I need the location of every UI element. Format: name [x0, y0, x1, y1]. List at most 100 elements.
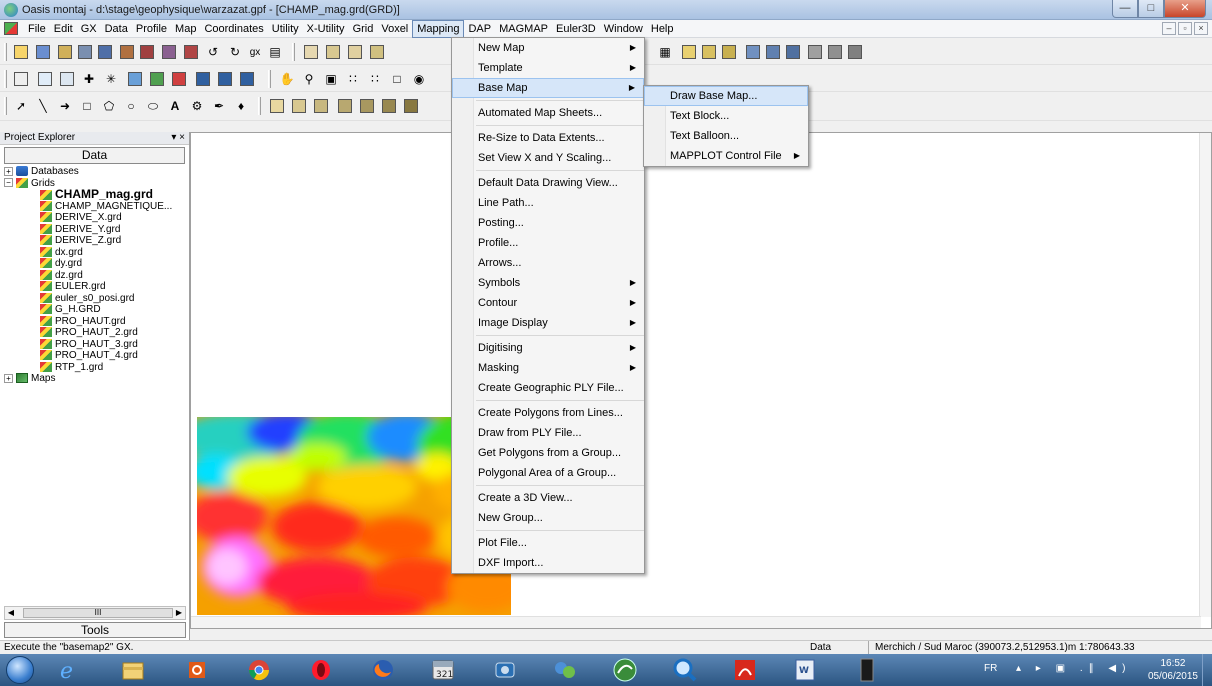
- menu-item-create-geographic-ply-file[interactable]: Create Geographic PLY File...: [452, 378, 644, 398]
- new-database-icon[interactable]: [96, 43, 114, 61]
- word-document-icon[interactable]: W: [780, 655, 830, 685]
- layer-1-icon[interactable]: [744, 43, 762, 61]
- layer-5-icon[interactable]: [826, 43, 844, 61]
- draw-tool-2-icon[interactable]: [290, 97, 308, 115]
- zoom-in-icon[interactable]: ∷: [344, 70, 362, 88]
- menu-item-draw-from-ply-file[interactable]: Draw from PLY File...: [452, 423, 644, 443]
- submenu-item-text-balloon[interactable]: Text Balloon...: [644, 126, 808, 146]
- star-icon[interactable]: ✳: [102, 70, 120, 88]
- start-button[interactable]: [6, 656, 34, 684]
- ellipse-icon[interactable]: ⬭: [144, 97, 162, 115]
- menu-item-re-size-to-data-extents[interactable]: Re-Size to Data Extents...: [452, 128, 644, 148]
- draw-tool-1-icon[interactable]: [268, 97, 286, 115]
- select-tool-icon[interactable]: [58, 70, 76, 88]
- histogram-icon[interactable]: [170, 70, 188, 88]
- expand-icon[interactable]: +: [4, 373, 13, 383]
- refresh-icon[interactable]: ◉: [410, 70, 428, 88]
- tab-data[interactable]: Data: [4, 147, 185, 164]
- project-icon[interactable]: [12, 70, 30, 88]
- map-tool-1-icon[interactable]: [302, 43, 320, 61]
- menu-item-default-data-drawing-view[interactable]: Default Data Drawing View...: [452, 173, 644, 193]
- menu-item-masking[interactable]: Masking ▶: [452, 358, 644, 378]
- acrobat-reader-icon[interactable]: [720, 655, 770, 685]
- grid-display-icon[interactable]: [126, 70, 144, 88]
- oasis-app-icon[interactable]: [4, 3, 18, 17]
- mdi-restore-button[interactable]: ▫: [1178, 22, 1192, 35]
- chrome-icon[interactable]: [234, 655, 284, 685]
- menu-map[interactable]: Map: [171, 20, 200, 38]
- map-view-icon[interactable]: [182, 43, 200, 61]
- submenu-item-mapplot-control-file[interactable]: MAPPLOT Control File ▶: [644, 146, 808, 166]
- print-map-icon[interactable]: [160, 43, 178, 61]
- menu-item-automated-map-sheets[interactable]: Automated Map Sheets...: [452, 103, 644, 123]
- rectangle-icon[interactable]: □: [78, 97, 96, 115]
- open-database-icon[interactable]: [56, 43, 74, 61]
- map-tool-4-icon[interactable]: [368, 43, 386, 61]
- pan-hand-icon[interactable]: ✋: [278, 70, 296, 88]
- menu-profile[interactable]: Profile: [132, 20, 171, 38]
- pointer-icon[interactable]: ➚: [12, 97, 30, 115]
- menu-file[interactable]: File: [24, 20, 50, 38]
- menu-item-posting[interactable]: Posting...: [452, 213, 644, 233]
- open-map-icon[interactable]: [118, 43, 136, 61]
- menu-item-digitising[interactable]: Digitising ▶: [452, 338, 644, 358]
- scroll-left-icon[interactable]: ◀: [5, 607, 17, 619]
- tab-tools[interactable]: Tools: [4, 622, 186, 638]
- app-window-icon[interactable]: [842, 655, 892, 685]
- menu-grid[interactable]: Grid: [349, 20, 378, 38]
- arrange-3-icon[interactable]: [720, 43, 738, 61]
- circle-icon[interactable]: ○: [122, 97, 140, 115]
- window-2-icon[interactable]: [216, 70, 234, 88]
- toolbar-grip[interactable]: [4, 43, 7, 61]
- menu-item-image-display[interactable]: Image Display ▶: [452, 313, 644, 333]
- tree-node-grid-file[interactable]: euler_s0_posi.grd: [4, 293, 189, 305]
- language-indicator[interactable]: FR: [984, 663, 997, 674]
- pen-icon[interactable]: ✒: [210, 97, 228, 115]
- zoom-box-icon[interactable]: ▣: [322, 70, 340, 88]
- map-tool-2-icon[interactable]: [324, 43, 342, 61]
- opera-icon[interactable]: [296, 655, 346, 685]
- zoom-extent-icon[interactable]: □: [388, 70, 406, 88]
- toolbar-grip[interactable]: [268, 70, 271, 88]
- menu-mapping[interactable]: Mapping: [412, 20, 465, 38]
- open-grid-icon[interactable]: [76, 43, 94, 61]
- tree-node-grid-file[interactable]: EULER.grd: [4, 281, 189, 293]
- draw-tool-6-icon[interactable]: [380, 97, 398, 115]
- menu-item-new-map[interactable]: New Map ▶: [452, 38, 644, 58]
- tray-icons[interactable]: ▴ ▸ ▣ .∥ ◀): [1016, 663, 1131, 674]
- document-icon[interactable]: [4, 22, 18, 35]
- tree-node-grid-file[interactable]: PRO_HAUT.grd: [4, 316, 189, 328]
- menu-help[interactable]: Help: [647, 20, 678, 38]
- show-desktop-button[interactable]: [1202, 654, 1212, 686]
- arrange-2-icon[interactable]: [700, 43, 718, 61]
- mdi-minimize-button[interactable]: –: [1162, 22, 1176, 35]
- explorer-horizontal-scrollbar[interactable]: ◀ III ▶: [4, 606, 186, 620]
- oasis-montaj-taskbar-icon[interactable]: [600, 655, 650, 685]
- mdi-close-button[interactable]: ×: [1194, 22, 1208, 35]
- undo-icon[interactable]: ↺: [204, 43, 222, 61]
- menu-item-dxf-import[interactable]: DXF Import...: [452, 553, 644, 573]
- polyline-icon[interactable]: ➜: [56, 97, 74, 115]
- menu-utility[interactable]: Utility: [268, 20, 303, 38]
- menu-euler3d[interactable]: Euler3D: [552, 20, 600, 38]
- tree-node-grid-file[interactable]: dy.grd: [4, 258, 189, 270]
- zoom-out-icon[interactable]: ∷: [366, 70, 384, 88]
- tree-node-grid-file[interactable]: DERIVE_Y.grd: [4, 224, 189, 236]
- calendar-321-icon[interactable]: 321: [418, 655, 468, 685]
- menu-edit[interactable]: Edit: [50, 20, 77, 38]
- menu-item-polygonal-area-of-a-group[interactable]: Polygonal Area of a Group...: [452, 463, 644, 483]
- draw-tool-4-icon[interactable]: [336, 97, 354, 115]
- internet-explorer-icon[interactable]: e: [44, 655, 94, 685]
- toolbar-grip[interactable]: [292, 43, 295, 61]
- menu-item-new-group[interactable]: New Group...: [452, 508, 644, 528]
- pin-close-icon[interactable]: ▾ ×: [171, 132, 185, 144]
- align-icon[interactable]: ▦: [656, 43, 674, 61]
- search-app-icon[interactable]: [660, 655, 710, 685]
- line-icon[interactable]: ╲: [34, 97, 52, 115]
- close-button[interactable]: ✕: [1164, 0, 1206, 18]
- submenu-item-text-block[interactable]: Text Block...: [644, 106, 808, 126]
- menu-x-utility[interactable]: X-Utility: [303, 20, 349, 38]
- menu-item-create-polygons-from-lines[interactable]: Create Polygons from Lines...: [452, 403, 644, 423]
- toolbar-grip[interactable]: [4, 70, 7, 88]
- toolbar-grip[interactable]: [4, 97, 7, 115]
